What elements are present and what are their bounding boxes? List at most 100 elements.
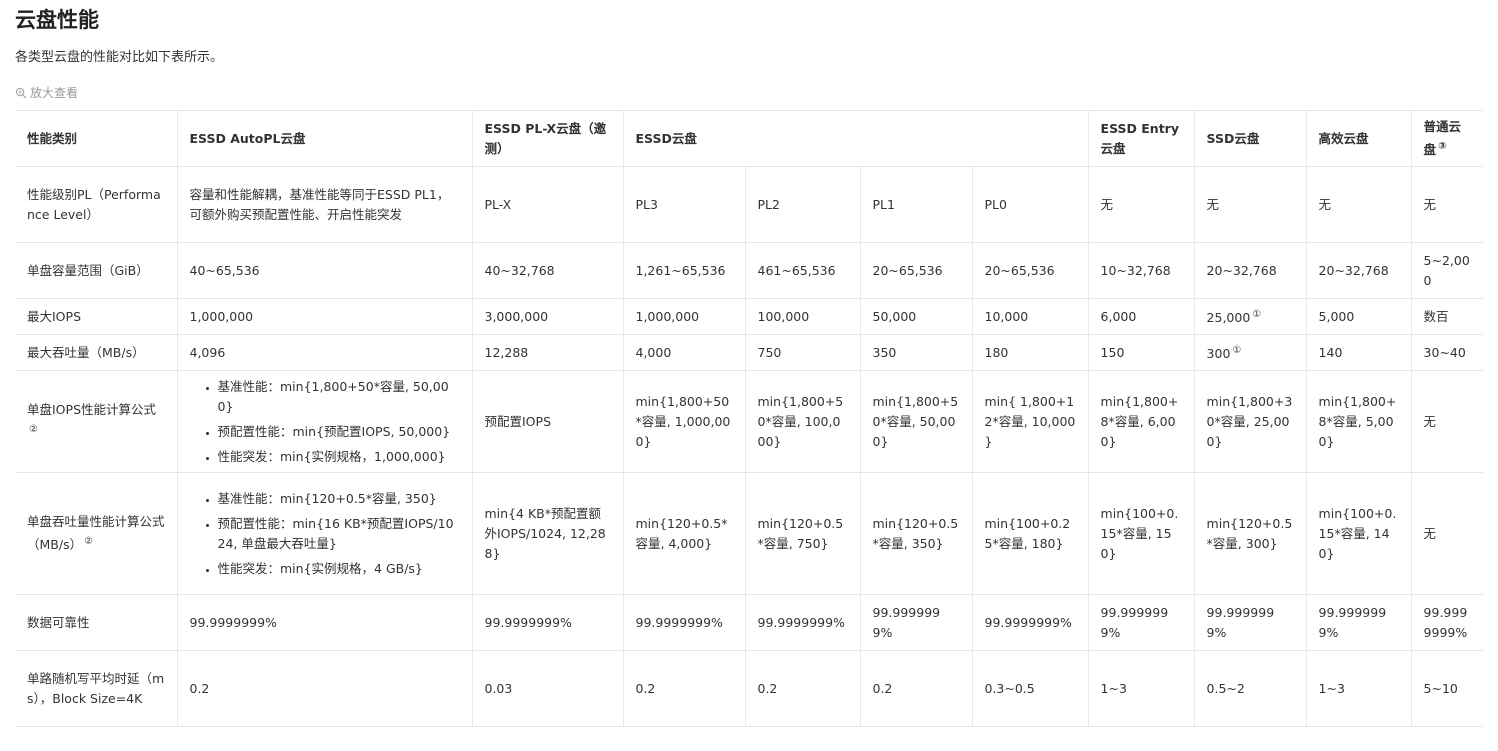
row-label: 性能级别PL（Performance Level）	[15, 166, 177, 243]
cell-pl1: 350	[859, 334, 972, 371]
zoom-view-link[interactable]: 放大查看	[15, 84, 78, 102]
cell-plx: min{4 KB*预配置额外IOPS/1024, 12,288}	[471, 472, 623, 595]
cell-pl1: 99.9999999%	[859, 594, 972, 651]
table-row-capacity: 单盘容量范围（GiB） 40~65,536 40~32,768 1,261~65…	[15, 242, 1484, 299]
page-description: 各类型云盘的性能对比如下表所示。	[15, 50, 224, 65]
cell-autopl: 基准性能：min{120+0.5*容量, 350} 预配置性能：min{16 K…	[176, 472, 472, 595]
cell-efficiency: 5,000	[1305, 298, 1412, 335]
cell-ssd: min{120+0.5*容量, 300}	[1193, 472, 1307, 595]
cell-pl2: 750	[744, 334, 860, 371]
row-label: 最大吞吐量（MB/s）	[15, 334, 177, 371]
cell-plx: 99.9999999%	[471, 594, 623, 651]
table-row-iops-formula: 单盘IOPS性能计算公式 ② 基准性能：min{1,800+50*容量, 50,0…	[15, 370, 1484, 473]
cell-pl2: min{120+0.5*容量, 750}	[744, 472, 860, 595]
formula-list: 基准性能：min{120+0.5*容量, 350} 预配置性能：min{16 K…	[190, 489, 460, 579]
cell-pl0: 99.9999999%	[971, 594, 1089, 651]
cell-ssd: 300 ①	[1193, 334, 1307, 371]
cell-pl0: 180	[971, 334, 1089, 371]
cell-pl3: 0.2	[622, 650, 745, 727]
cell-pl0: 20~65,536	[971, 242, 1089, 299]
cell-autopl: 40~65,536	[176, 242, 472, 299]
cell-efficiency: 99.9999999%	[1305, 594, 1412, 651]
row-label: 单路随机写平均时延（ms），Block Size=4K	[15, 650, 177, 727]
cell-value: 25,000	[1206, 310, 1251, 326]
cell-autopl: 4,096	[176, 334, 472, 371]
cell-entry: 无	[1087, 166, 1195, 243]
cell-entry: 99.9999999%	[1087, 594, 1195, 651]
cell-efficiency: 140	[1305, 334, 1412, 371]
cell-autopl: 0.2	[176, 650, 472, 727]
cell-pl2: PL2	[744, 166, 860, 243]
cell-plx: 12,288	[471, 334, 623, 371]
cell-pl2: 461~65,536	[744, 242, 860, 299]
cell-plx: 40~32,768	[471, 242, 623, 299]
footnote-mark: ③	[1438, 140, 1447, 152]
footnote-mark: ②	[84, 535, 94, 547]
cell-ssd: min{1,800+30*容量, 25,000}	[1193, 370, 1307, 473]
cell-plx: 0.03	[471, 650, 623, 727]
cell-pl2: 0.2	[744, 650, 860, 727]
cell-efficiency: 无	[1305, 166, 1412, 243]
header-essd-plx: ESSD PL-X云盘（邀测）	[471, 110, 623, 167]
cell-pl3: 4,000	[622, 334, 745, 371]
disk-performance-table: 性能类别 ESSD AutoPL云盘 ESSD PL-X云盘（邀测） ESSD云…	[15, 110, 1484, 727]
cell-basic: 99.9999999%	[1410, 594, 1484, 651]
cell-ssd: 无	[1193, 166, 1307, 243]
table-header-row: 性能类别 ESSD AutoPL云盘 ESSD PL-X云盘（邀测） ESSD云…	[15, 110, 1484, 167]
row-label-text: 单盘吞吐量性能计算公式（MB/s）	[27, 513, 165, 553]
header-efficiency: 高效云盘	[1305, 110, 1412, 167]
table-row-throughput-formula: 单盘吞吐量性能计算公式（MB/s）② 基准性能：min{120+0.5*容量, …	[15, 472, 1484, 595]
cell-efficiency: 20~32,768	[1305, 242, 1412, 299]
cell-ssd: 0.5~2	[1193, 650, 1307, 727]
row-label-text: 单盘IOPS性能计算公式	[27, 401, 156, 417]
cell-autopl: 容量和性能解耦，基准性能等同于ESSD PL1，可额外购买预配置性能、开启性能突…	[176, 166, 472, 243]
cell-pl1: 0.2	[859, 650, 972, 727]
header-essd: ESSD云盘	[622, 110, 1089, 167]
cell-pl3: min{1,800+50*容量, 1,000,000}	[622, 370, 745, 473]
footnote-mark: ②	[29, 423, 38, 435]
footnote-mark: ①	[1252, 308, 1262, 320]
list-item: 预配置性能：min{预配置IOPS, 50,000}	[218, 422, 460, 442]
cell-plx: PL-X	[471, 166, 623, 243]
list-item: 预配置性能：min{16 KB*预配置IOPS/1024, 单盘最大吞吐量}	[218, 514, 460, 554]
cell-plx: 3,000,000	[471, 298, 623, 335]
cell-pl0: 0.3~0.5	[971, 650, 1089, 727]
zoom-view-label: 放大查看	[30, 86, 79, 100]
header-essd-entry: ESSD Entry云盘	[1087, 110, 1195, 167]
row-label: 单盘吞吐量性能计算公式（MB/s） ②	[15, 472, 177, 595]
header-ssd: SSD云盘	[1193, 110, 1307, 167]
cell-pl2: min{1,800+50*容量, 100,000}	[744, 370, 860, 473]
row-label: 单盘容量范围（GiB）	[15, 242, 177, 299]
cell-pl0: 10,000	[971, 298, 1089, 335]
list-item: 基准性能：min{120+0.5*容量, 350}	[218, 489, 460, 509]
cell-basic: 数百	[1410, 298, 1484, 335]
cell-entry: 10~32,768	[1087, 242, 1195, 299]
table-row-max-iops: 最大IOPS 1,000,000 3,000,000 1,000,000 100…	[15, 298, 1484, 335]
cell-ssd: 20~32,768	[1193, 242, 1307, 299]
cell-efficiency: 1~3	[1305, 650, 1412, 727]
table-row-performance-level: 性能级别PL（Performance Level） 容量和性能解耦，基准性能等同…	[15, 166, 1484, 243]
cell-pl3: 1,000,000	[622, 298, 745, 335]
cell-basic: 无	[1410, 472, 1484, 595]
cell-entry: 150	[1087, 334, 1195, 371]
cell-entry: 6,000	[1087, 298, 1195, 335]
cell-ssd: 99.9999999%	[1193, 594, 1307, 651]
cell-pl2: 100,000	[744, 298, 860, 335]
list-item: 性能突发：min{实例规格，1,000,000}	[218, 447, 460, 467]
row-label: 最大IOPS	[15, 298, 177, 335]
formula-list: 基准性能：min{1,800+50*容量, 50,000} 预配置性能：min{…	[190, 377, 460, 467]
row-label: 单盘IOPS性能计算公式 ②	[15, 370, 177, 473]
cell-plx: 预配置IOPS	[471, 370, 623, 473]
table-row-max-throughput: 最大吞吐量（MB/s） 4,096 12,288 4,000 750 350 1…	[15, 334, 1484, 371]
table-row-reliability: 数据可靠性 99.9999999% 99.9999999% 99.9999999…	[15, 594, 1484, 651]
header-category: 性能类别	[15, 110, 177, 167]
list-item: 性能突发：min{实例规格，4 GB/s}	[218, 559, 460, 579]
cell-basic: 无	[1410, 166, 1484, 243]
cell-basic: 5~10	[1410, 650, 1484, 727]
cell-pl2: 99.9999999%	[744, 594, 860, 651]
cell-pl3: 99.9999999%	[622, 594, 745, 651]
cell-entry: min{1,800+8*容量, 6,000}	[1087, 370, 1195, 473]
cell-ssd: 25,000 ①	[1193, 298, 1307, 335]
cell-pl3: 1,261~65,536	[622, 242, 745, 299]
cell-entry: min{100+0.15*容量, 150}	[1087, 472, 1195, 595]
